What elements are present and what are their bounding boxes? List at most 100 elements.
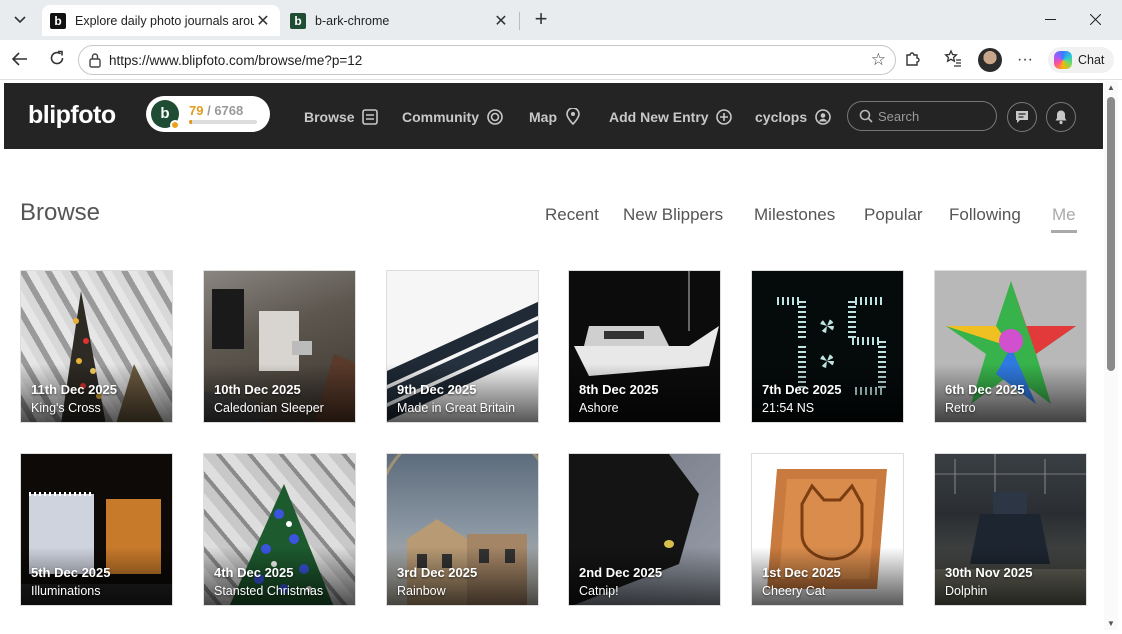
entry-card[interactable]: 1st Dec 2025 Cheery Cat bbox=[751, 453, 904, 606]
entry-card[interactable]: 7th Dec 2025 21:54 NS bbox=[751, 270, 904, 423]
browse-tab-following[interactable]: Following bbox=[949, 205, 1021, 225]
entry-title: Retro bbox=[945, 401, 976, 415]
scroll-down-icon[interactable]: ▼ bbox=[1107, 619, 1115, 628]
browser-toolbar: https://www.blipfoto.com/browse/me?p=12 … bbox=[0, 40, 1122, 80]
nav-add-new-entry[interactable]: Add New Entry bbox=[609, 108, 733, 125]
entry-card[interactable]: 6th Dec 2025 Retro bbox=[934, 270, 1087, 423]
entry-card[interactable]: 30th Nov 2025 Dolphin bbox=[934, 453, 1087, 606]
entry-title: Caledonian Sleeper bbox=[214, 401, 324, 415]
blipfoto-logo[interactable]: blipfoto bbox=[28, 101, 116, 130]
user-icon bbox=[814, 108, 831, 125]
favorites-button[interactable] bbox=[942, 49, 964, 71]
browse-tab-new-blippers[interactable]: New Blippers bbox=[623, 205, 723, 225]
entry-title: Made in Great Britain bbox=[397, 401, 516, 415]
entry-title: Cheery Cat bbox=[762, 584, 826, 598]
extensions-button[interactable] bbox=[902, 49, 924, 71]
arrow-left-icon bbox=[11, 52, 27, 66]
entry-card[interactable]: 8th Dec 2025 Ashore bbox=[568, 270, 721, 423]
entry-title: Stansted Christmas bbox=[214, 584, 324, 598]
entry-title: Dolphin bbox=[945, 584, 988, 598]
bell-icon bbox=[1055, 110, 1067, 125]
page-title: Browse bbox=[20, 199, 101, 226]
entry-title: King's Cross bbox=[31, 401, 101, 415]
notifications-button[interactable] bbox=[1046, 102, 1076, 132]
entry-card[interactable]: 5th Dec 2025 Illuminations bbox=[20, 453, 173, 606]
tab-actions-menu[interactable] bbox=[6, 7, 34, 33]
grid-icon bbox=[362, 108, 379, 125]
entry-date: 3rd Dec 2025 bbox=[397, 565, 478, 580]
close-tab-icon[interactable]: ✕ bbox=[254, 11, 272, 31]
nav-map-label: Map bbox=[529, 108, 557, 125]
entry-count-total: / 6768 bbox=[207, 103, 244, 118]
favorite-star-icon[interactable]: ☆ bbox=[871, 50, 886, 70]
browser-tab-bar: b Explore daily photo journals aroun ✕ b… bbox=[0, 0, 1122, 40]
scrollbar-thumb[interactable] bbox=[1107, 97, 1115, 371]
more-options-button[interactable]: ··· bbox=[1014, 49, 1036, 71]
chat-label: Chat bbox=[1078, 53, 1105, 67]
nav-user-profile[interactable]: cyclops bbox=[755, 108, 831, 125]
browse-tab-milestones[interactable]: Milestones bbox=[754, 205, 835, 225]
close-tab-icon[interactable]: ✕ bbox=[492, 11, 510, 31]
browse-tab-popular[interactable]: Popular bbox=[864, 205, 923, 225]
nav-community[interactable]: Community bbox=[402, 108, 503, 125]
entry-date: 8th Dec 2025 bbox=[579, 382, 659, 397]
page-scrollbar[interactable]: ▲ ▼ bbox=[1104, 81, 1118, 630]
entry-date: 11th Dec 2025 bbox=[31, 382, 118, 397]
profile-avatar[interactable] bbox=[978, 48, 1002, 72]
nav-map[interactable]: Map bbox=[529, 108, 581, 125]
lock-icon bbox=[89, 53, 101, 68]
copilot-chat-button[interactable]: Chat bbox=[1048, 47, 1114, 73]
page-viewport: blipfoto b 79 / 6768 Browse Community Ma… bbox=[4, 81, 1104, 634]
entry-count: 79 / 6768 bbox=[189, 103, 243, 118]
entry-card[interactable]: 9th Dec 2025 Made in Great Britain bbox=[386, 270, 539, 423]
search-icon bbox=[859, 109, 873, 123]
refresh-button[interactable] bbox=[44, 48, 70, 72]
user-progress-pill[interactable]: b 79 / 6768 bbox=[146, 96, 270, 132]
entry-card[interactable]: 4th Dec 2025 Stansted Christmas bbox=[203, 453, 356, 606]
back-button[interactable] bbox=[7, 48, 33, 72]
tab-separator bbox=[519, 12, 520, 30]
entry-date: 1st Dec 2025 bbox=[762, 565, 841, 580]
entry-title: Catnip! bbox=[579, 584, 619, 598]
nav-browse[interactable]: Browse bbox=[304, 108, 379, 125]
nav-add-entry-label: Add New Entry bbox=[609, 108, 709, 125]
entry-title: Illuminations bbox=[31, 584, 101, 598]
entry-date: 7th Dec 2025 bbox=[762, 382, 842, 397]
nav-browse-label: Browse bbox=[304, 108, 355, 125]
plus-circle-icon bbox=[716, 108, 733, 125]
scroll-up-icon[interactable]: ▲ bbox=[1107, 83, 1115, 92]
tab-b-ark-chrome[interactable]: b b-ark-chrome ✕ bbox=[282, 5, 518, 36]
refresh-icon bbox=[50, 50, 64, 65]
entry-title: Ashore bbox=[579, 401, 619, 415]
entry-title: 21:54 NS bbox=[762, 401, 815, 415]
search-input[interactable]: Search bbox=[847, 101, 997, 131]
active-tab-indicator bbox=[1051, 230, 1077, 233]
status-dot bbox=[170, 120, 180, 130]
browse-tab-me[interactable]: Me bbox=[1052, 205, 1076, 225]
entry-card[interactable]: 2nd Dec 2025 Catnip! bbox=[568, 453, 721, 606]
blipfoto-favicon-icon: b bbox=[50, 12, 66, 29]
close-window-button[interactable] bbox=[1080, 8, 1110, 32]
new-tab-button[interactable]: + bbox=[529, 8, 553, 32]
browse-tab-recent[interactable]: Recent bbox=[545, 205, 599, 225]
chevron-down-icon bbox=[14, 16, 26, 24]
messages-button[interactable] bbox=[1007, 102, 1037, 132]
entry-card[interactable]: 11th Dec 2025 King's Cross bbox=[20, 270, 173, 423]
entry-date: 5th Dec 2025 bbox=[31, 565, 111, 580]
entry-date: 6th Dec 2025 bbox=[945, 382, 1025, 397]
entry-date: 30th Nov 2025 bbox=[945, 565, 1033, 580]
entry-progress-bar bbox=[189, 120, 257, 124]
copilot-icon bbox=[1054, 51, 1072, 69]
entry-card[interactable]: 10th Dec 2025 Caledonian Sleeper bbox=[203, 270, 356, 423]
tab-blipfoto[interactable]: b Explore daily photo journals aroun ✕ bbox=[42, 5, 280, 36]
entry-progress-fill bbox=[189, 120, 193, 124]
entry-date: 9th Dec 2025 bbox=[397, 382, 477, 397]
community-icon bbox=[486, 108, 503, 125]
nav-community-label: Community bbox=[402, 108, 479, 125]
tab-title: Explore daily photo journals aroun bbox=[75, 13, 254, 28]
entry-date: 4th Dec 2025 bbox=[214, 565, 294, 580]
address-bar[interactable]: https://www.blipfoto.com/browse/me?p=12 … bbox=[78, 45, 896, 75]
entry-card[interactable]: 3rd Dec 2025 Rainbow bbox=[386, 453, 539, 606]
search-placeholder: Search bbox=[878, 108, 920, 124]
